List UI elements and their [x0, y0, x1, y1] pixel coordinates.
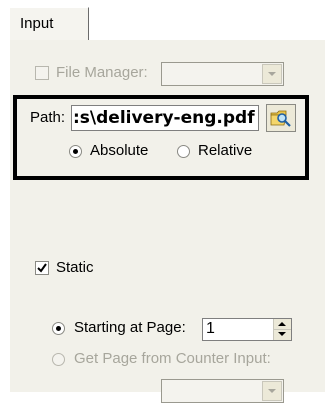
- counter-input-radio[interactable]: [52, 353, 65, 366]
- path-label: Path:: [30, 109, 66, 126]
- starting-page-value: 1: [206, 320, 215, 337]
- relative-radio[interactable]: [177, 145, 190, 158]
- file-manager-label: File Manager:: [56, 64, 148, 81]
- counter-input-label: Get Page from Counter Input:: [74, 350, 271, 367]
- starting-page-spinner[interactable]: 1: [202, 318, 292, 341]
- starting-at-page-radio[interactable]: [52, 322, 65, 335]
- static-label: Static: [56, 259, 94, 276]
- chevron-down-icon[interactable]: [262, 381, 282, 401]
- static-checkbox[interactable]: [35, 261, 49, 275]
- absolute-radio[interactable]: [69, 145, 82, 158]
- folder-search-icon: [270, 110, 291, 127]
- tab-input-label: Input: [20, 15, 54, 32]
- spinner-up-icon[interactable]: [278, 322, 286, 326]
- checkmark-icon: [37, 263, 47, 273]
- path-input[interactable]: :s\delivery-eng.pdf: [71, 105, 259, 131]
- absolute-label: Absolute: [90, 142, 149, 159]
- starting-at-page-label: Starting at Page:: [74, 319, 186, 336]
- tab-input[interactable]: Input: [9, 7, 89, 41]
- file-manager-dropdown[interactable]: [161, 62, 284, 86]
- browse-button[interactable]: [266, 104, 296, 132]
- chevron-down-icon[interactable]: [262, 64, 282, 84]
- file-manager-checkbox[interactable]: [35, 66, 49, 80]
- spinner-down-icon[interactable]: [278, 332, 286, 336]
- relative-label: Relative: [198, 142, 253, 159]
- counter-input-dropdown[interactable]: [161, 379, 284, 403]
- tab-strip-divider: [0, 40, 9, 41]
- spinner-buttons[interactable]: [273, 319, 291, 340]
